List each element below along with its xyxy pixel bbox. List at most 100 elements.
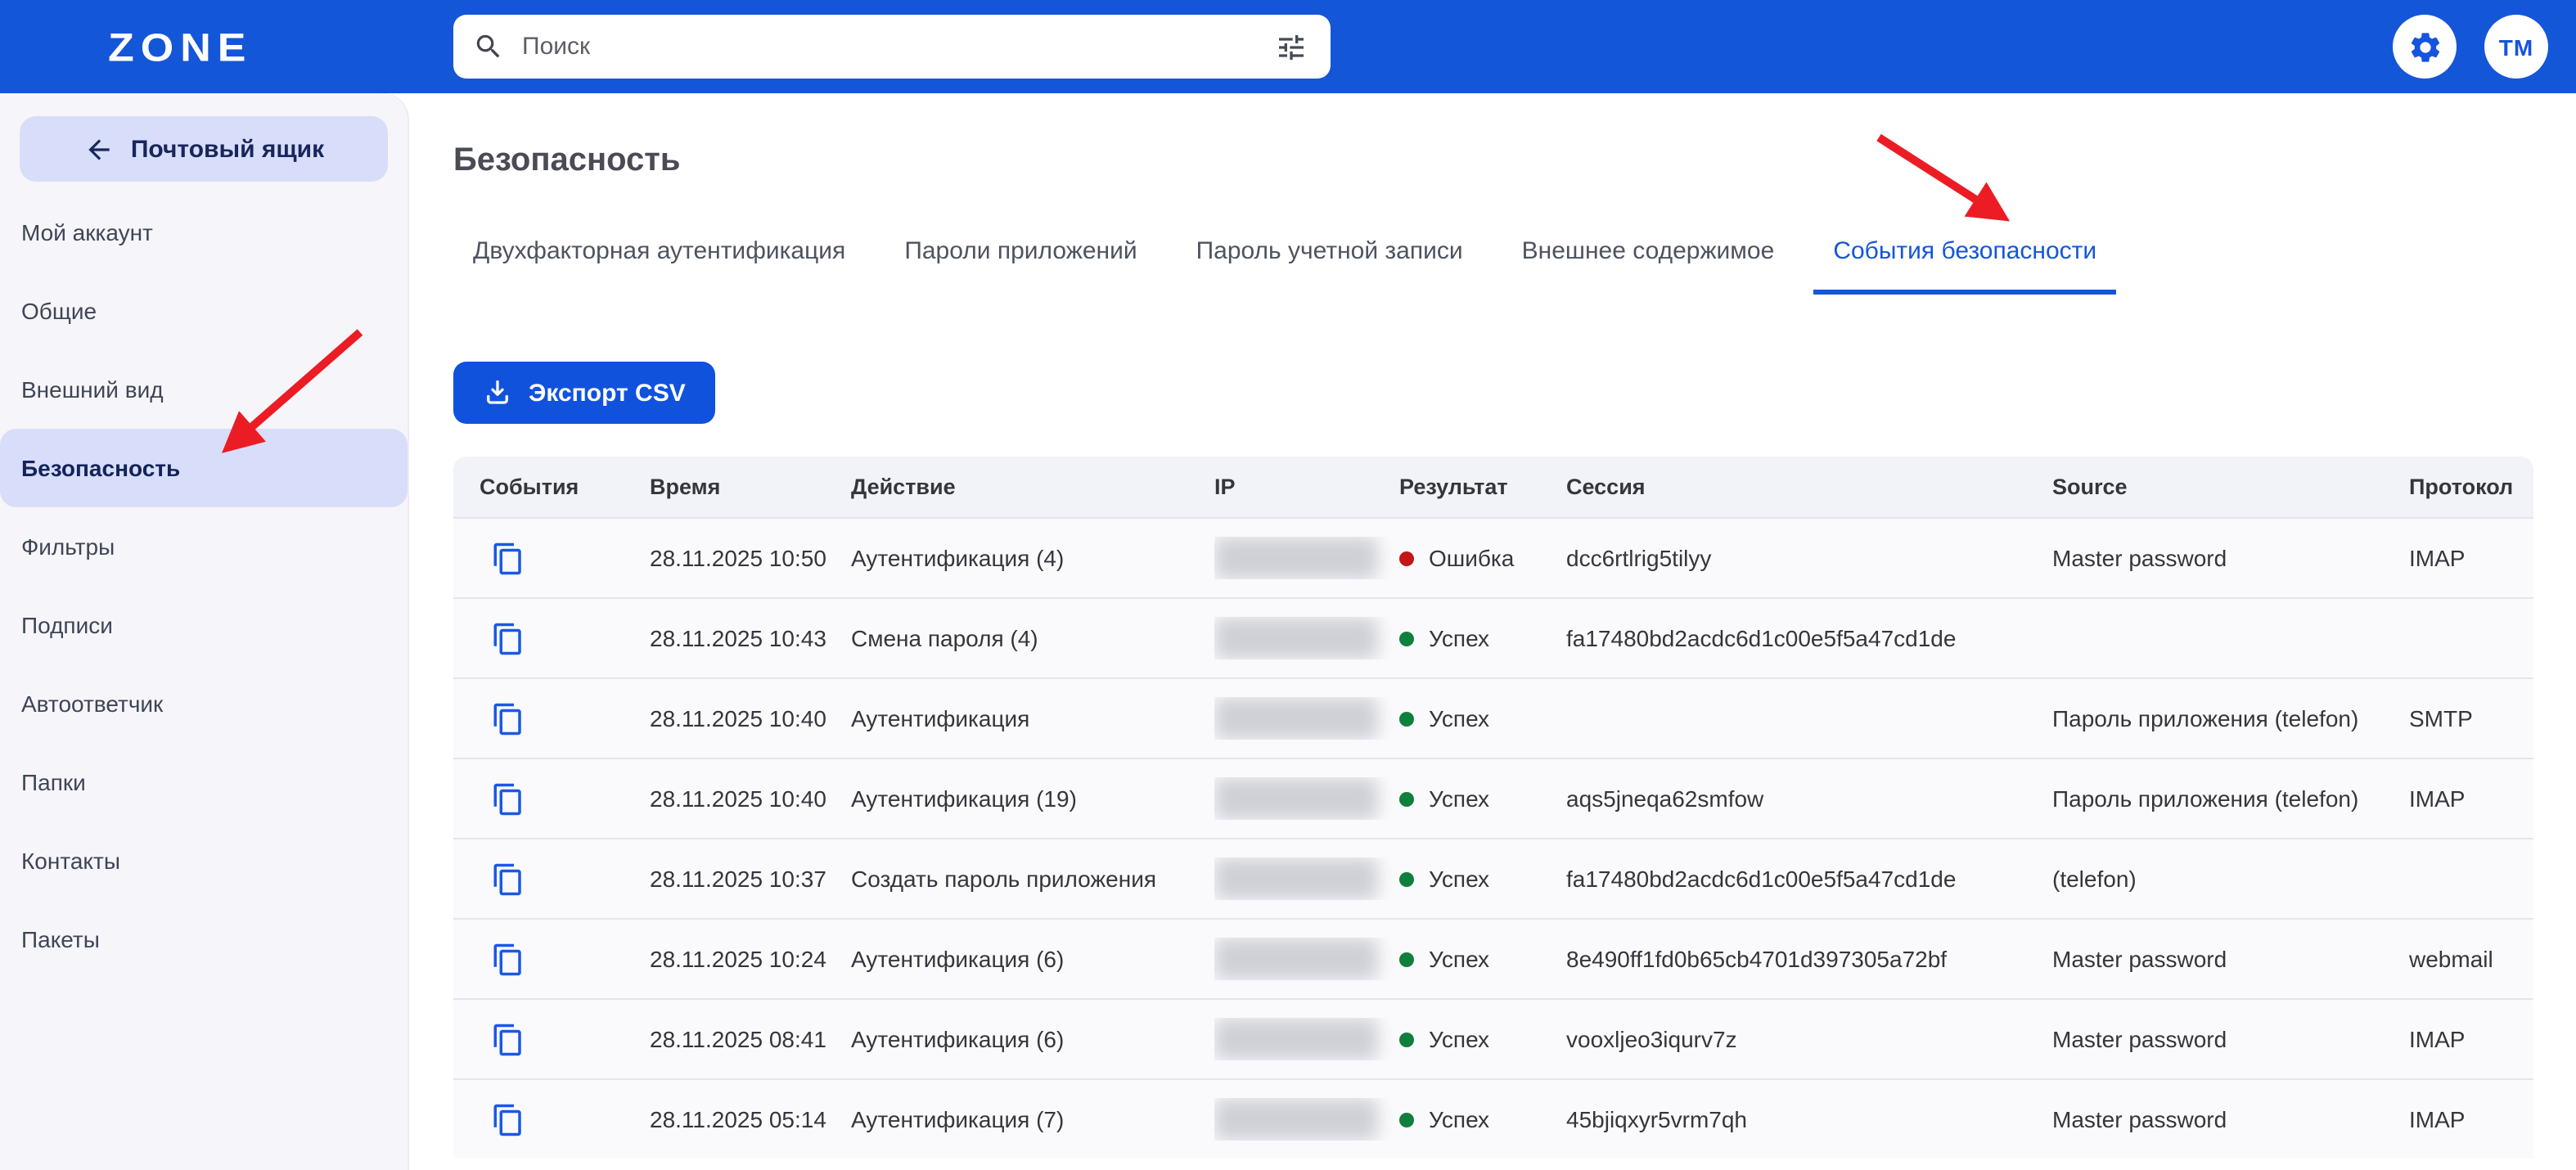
ip-redacted-blur [1214, 537, 1378, 579]
search-input[interactable] [519, 31, 1272, 62]
column-header-1: Время [650, 475, 851, 499]
column-header-6: Source [2052, 475, 2409, 499]
status-label: Успех [1429, 1106, 1489, 1132]
table-row: 28.11.2025 10:43Смена пароля (4)Успехfa1… [453, 597, 2533, 677]
status-label: Успех [1429, 705, 1489, 731]
sidebar-item-packages[interactable]: Пакеты [0, 900, 408, 979]
time-cell: 28.11.2025 08:41 [650, 1026, 851, 1052]
user-avatar[interactable]: TM [2484, 15, 2548, 79]
sidebar-item-folders[interactable]: Папки [0, 743, 408, 821]
sidebar-item-security[interactable]: Безопасность [0, 429, 408, 507]
events-cell [480, 862, 650, 896]
session-cell: dcc6rtlrig5tilyy [1566, 545, 2052, 571]
settings-button[interactable] [2393, 15, 2457, 79]
copy-event-button[interactable] [491, 541, 525, 575]
table-row: 28.11.2025 08:41Аутентификация (6)Успехv… [453, 998, 2533, 1078]
status-label: Ошибка [1429, 545, 1514, 571]
search-bar [453, 15, 1331, 79]
status-dot [1399, 711, 1414, 726]
action-cell: Аутентификация [851, 705, 1214, 731]
copy-event-button[interactable] [491, 862, 525, 896]
tab-security-events[interactable]: События безопасности [1813, 237, 2116, 295]
search-filters-button[interactable] [1272, 27, 1311, 66]
copy-event-button[interactable] [491, 621, 525, 655]
tab-external-content[interactable]: Внешнее содержимое [1502, 237, 1795, 295]
column-header-7: Протокол [2409, 475, 2533, 499]
sidebar-item-general[interactable]: Общие [0, 272, 408, 350]
session-cell: aqs5jneqa62smfow [1566, 785, 2052, 812]
result-cell: Успех [1399, 1106, 1566, 1132]
status-dot [1399, 952, 1414, 966]
result-success: Успех [1399, 1026, 1566, 1052]
export-csv-label: Экспорт CSV [529, 379, 686, 407]
copy-icon [491, 1102, 525, 1136]
time-cell: 28.11.2025 10:40 [650, 705, 851, 731]
topbar-actions: TM [2393, 15, 2548, 79]
copy-event-button[interactable] [491, 1102, 525, 1136]
back-to-mailbox-button[interactable]: Почтовый ящик [20, 116, 388, 182]
events-cell [480, 621, 650, 655]
result-cell: Успех [1399, 1026, 1566, 1052]
sidebar-item-filters[interactable]: Фильтры [0, 507, 408, 586]
copy-event-button[interactable] [491, 942, 525, 976]
page-title: Безопасность [453, 142, 2533, 180]
events-cell [480, 701, 650, 736]
search-icon [473, 31, 504, 62]
time-cell: 28.11.2025 10:50 [650, 545, 851, 571]
column-header-5: Сессия [1566, 475, 2052, 499]
events-cell [480, 1102, 650, 1136]
copy-event-button[interactable] [491, 781, 525, 816]
sidebar-menu: Мой аккаунтОбщиеВнешний видБезопасностьФ… [0, 193, 408, 979]
sidebar: Почтовый ящик Мой аккаунтОбщиеВнешний ви… [0, 93, 408, 1170]
status-label: Успех [1429, 785, 1489, 812]
source-cell: Master password [2052, 545, 2409, 571]
protocol-cell: IMAP [2409, 1026, 2533, 1052]
copy-event-button[interactable] [491, 701, 525, 736]
time-cell: 28.11.2025 10:24 [650, 946, 851, 972]
source-cell: Master password [2052, 946, 2409, 972]
avatar-initials: TM [2499, 34, 2533, 60]
column-header-2: Действие [851, 475, 1214, 499]
app-window: ZONE TM [0, 0, 2576, 1170]
result-success: Успех [1399, 625, 1566, 651]
status-label: Успех [1429, 1026, 1489, 1052]
ip-redacted-blur [1214, 777, 1378, 820]
copy-icon [491, 781, 525, 816]
table-row: 28.11.2025 10:24Аутентификация (6)Успех8… [453, 918, 2533, 998]
source-cell: Пароль приложения (telefon) [2052, 785, 2409, 812]
result-error: Ошибка [1399, 545, 1566, 571]
gear-icon [2407, 29, 2443, 65]
result-cell: Успех [1399, 705, 1566, 731]
sidebar-item-my-account[interactable]: Мой аккаунт [0, 193, 408, 272]
result-success: Успех [1399, 785, 1566, 812]
tab-app-passwords[interactable]: Пароли приложений [885, 237, 1156, 295]
sidebar-item-autoresponder[interactable]: Автоответчик [0, 664, 408, 743]
action-cell: Аутентификация (6) [851, 946, 1214, 972]
status-dot [1399, 871, 1414, 886]
sidebar-item-contacts[interactable]: Контакты [0, 821, 408, 900]
tab-two-factor[interactable]: Двухфакторная аутентификация [453, 237, 865, 295]
protocol-cell: IMAP [2409, 1106, 2533, 1132]
tab-bar: Двухфакторная аутентификация Пароли прило… [453, 237, 2533, 295]
copy-event-button[interactable] [491, 1022, 525, 1056]
security-events-table: СобытияВремяДействиеIPРезультатСессияSou… [453, 457, 2533, 1159]
status-dot [1399, 551, 1414, 565]
copy-icon [491, 541, 525, 575]
ip-redacted-blur [1214, 1018, 1378, 1060]
ip-redacted-blur [1214, 617, 1378, 659]
time-cell: 28.11.2025 10:37 [650, 866, 851, 892]
events-cell [480, 1022, 650, 1056]
action-cell: Аутентификация (19) [851, 785, 1214, 812]
sidebar-item-signatures[interactable]: Подписи [0, 586, 408, 664]
action-cell: Аутентификация (7) [851, 1106, 1214, 1132]
time-cell: 28.11.2025 05:14 [650, 1106, 851, 1132]
tab-account-password[interactable]: Пароль учетной записи [1177, 237, 1483, 295]
tune-icon [1275, 30, 1308, 63]
export-csv-button[interactable]: Экспорт CSV [453, 362, 715, 424]
status-label: Успех [1429, 625, 1489, 651]
sidebar-item-appearance[interactable]: Внешний вид [0, 350, 408, 429]
table-row: 28.11.2025 05:14Аутентификация (7)Успех4… [453, 1078, 2533, 1159]
copy-icon [491, 942, 525, 976]
result-cell: Успех [1399, 946, 1566, 972]
action-cell: Аутентификация (6) [851, 1026, 1214, 1052]
